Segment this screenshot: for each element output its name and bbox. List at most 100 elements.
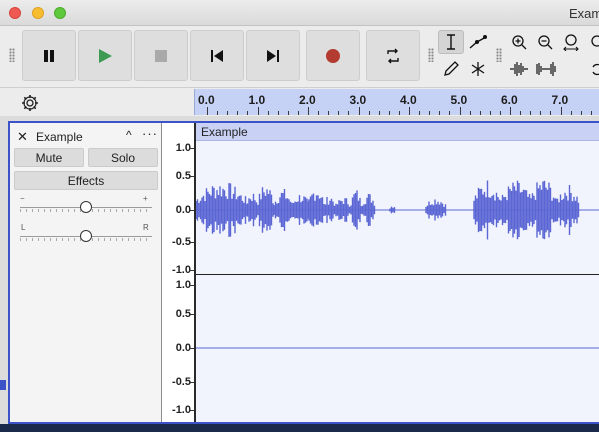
timeline-row: 0.01.02.03.04.05.06.07.08	[0, 88, 599, 116]
maximize-window-button[interactable]	[54, 7, 66, 19]
ruler-tick	[510, 107, 511, 115]
ruler-tick	[479, 111, 481, 115]
ruler-tick	[449, 111, 451, 115]
channel-divider	[196, 274, 599, 275]
zoom-in-button[interactable]	[506, 30, 532, 54]
skip-to-end-button[interactable]	[246, 30, 300, 81]
ruler-tick	[419, 111, 421, 115]
ruler-tick	[368, 111, 370, 115]
ruler-tick	[207, 107, 208, 115]
ruler-tick	[550, 111, 552, 115]
ruler-tick	[267, 111, 269, 115]
toolbar-grip[interactable]	[9, 48, 15, 62]
ruler-tick	[328, 111, 330, 115]
ruler-tick	[398, 111, 400, 115]
ruler-tick	[378, 111, 380, 115]
envelope-tool-button[interactable]	[465, 30, 491, 54]
zoom-fit-project-icon	[591, 35, 599, 47]
skip-end-icon	[267, 49, 279, 62]
fit-selection-button[interactable]	[558, 30, 584, 54]
ruler-tick	[358, 107, 360, 115]
track-area: ✕ Example ^ ··· Mute Solo Effects − + L …	[0, 116, 599, 424]
toolbar	[0, 26, 599, 88]
zoom-out-button[interactable]	[532, 30, 558, 54]
ruler-tick	[540, 111, 542, 115]
collapse-track-icon[interactable]: ^	[126, 128, 132, 142]
draw-tool-button[interactable]	[438, 57, 464, 81]
waveform	[196, 180, 599, 349]
skip-to-start-button[interactable]	[190, 30, 244, 81]
zoom-out-icon	[538, 35, 553, 50]
ruler-tick	[277, 111, 279, 115]
track-control-panel: ✕ Example ^ ··· Mute Solo Effects − + L …	[10, 123, 162, 422]
ruler-tick	[338, 111, 340, 115]
trim-icon	[510, 62, 528, 76]
ruler-tick	[388, 111, 390, 115]
ruler-tick	[439, 111, 441, 115]
mute-button[interactable]: Mute	[14, 148, 84, 167]
ruler-tick	[297, 111, 299, 115]
ruler-tick	[489, 111, 491, 115]
silence-icon	[536, 62, 556, 76]
pan-slider[interactable]	[20, 229, 152, 243]
status-strip	[0, 424, 599, 432]
ruler-tick	[580, 111, 582, 115]
minimize-window-button[interactable]	[32, 7, 44, 19]
ruler-tick	[459, 107, 461, 115]
ruler-tick	[227, 111, 229, 115]
record-button[interactable]	[306, 30, 360, 81]
silence-audio-button[interactable]	[533, 57, 559, 81]
skip-start-icon	[211, 49, 223, 62]
ruler-tick	[560, 107, 562, 115]
ruler-tick	[348, 111, 350, 115]
zoom-fit-selection-icon	[563, 34, 579, 51]
ruler-tick	[520, 111, 522, 115]
fit-project-button[interactable]	[584, 30, 599, 54]
ruler-tick	[429, 111, 431, 115]
envelope-icon	[469, 35, 487, 49]
pan-slider-thumb[interactable]	[80, 230, 92, 242]
gain-slider[interactable]	[20, 200, 152, 214]
play-icon	[99, 48, 112, 63]
waveform-area[interactable]: Example	[194, 123, 599, 422]
close-track-icon[interactable]: ✕	[17, 129, 28, 145]
ruler-label: 6.0	[501, 93, 518, 107]
effects-button[interactable]: Effects	[14, 171, 158, 190]
solo-button[interactable]: Solo	[88, 148, 158, 167]
ruler-tick	[499, 111, 501, 115]
undo-button[interactable]	[584, 57, 599, 81]
toolbar-grip[interactable]	[428, 48, 434, 62]
play-button[interactable]	[78, 30, 132, 81]
gear-icon	[22, 95, 38, 111]
toolbar-grip[interactable]	[496, 48, 502, 62]
close-window-button[interactable]	[9, 7, 21, 19]
ruler-label: 4.0	[400, 93, 417, 107]
timeline-ruler[interactable]: 0.01.02.03.04.05.06.07.08	[194, 89, 599, 115]
ruler-tick	[237, 111, 239, 115]
track-menu-icon[interactable]: ···	[142, 126, 158, 141]
track-header: ✕ Example ^ ···	[14, 126, 158, 147]
timeline-settings-button[interactable]	[20, 93, 40, 113]
ruler-label: 1.0	[248, 93, 266, 107]
gain-slider-thumb[interactable]	[80, 201, 92, 213]
track[interactable]: ✕ Example ^ ··· Mute Solo Effects − + L …	[8, 121, 599, 424]
track-name[interactable]: Example	[36, 130, 83, 144]
multi-tool-button[interactable]	[465, 57, 491, 81]
ruler-tick	[247, 111, 249, 115]
ruler-tick	[308, 107, 309, 115]
pause-button[interactable]	[22, 30, 76, 81]
trim-audio-button[interactable]	[506, 57, 532, 81]
record-icon	[326, 48, 340, 63]
ruler-label: 3.0	[349, 93, 367, 107]
select-tool-button[interactable]	[438, 30, 464, 54]
pause-icon	[44, 49, 54, 62]
ruler-tick	[469, 111, 471, 115]
ruler-label: 0.0	[198, 93, 215, 107]
stop-button[interactable]	[134, 30, 188, 81]
ruler-tick	[530, 111, 532, 115]
loop-button[interactable]	[366, 30, 420, 81]
ruler-label: 2.0	[299, 93, 316, 107]
amplitude-ruler[interactable]: 1.0 0.5 0.0 -0.5 -1.0 1.0 0.5 0.0 -0.5 -1.0	[163, 123, 194, 422]
loop-icon	[387, 48, 399, 63]
selection-edge-marker	[0, 380, 6, 390]
